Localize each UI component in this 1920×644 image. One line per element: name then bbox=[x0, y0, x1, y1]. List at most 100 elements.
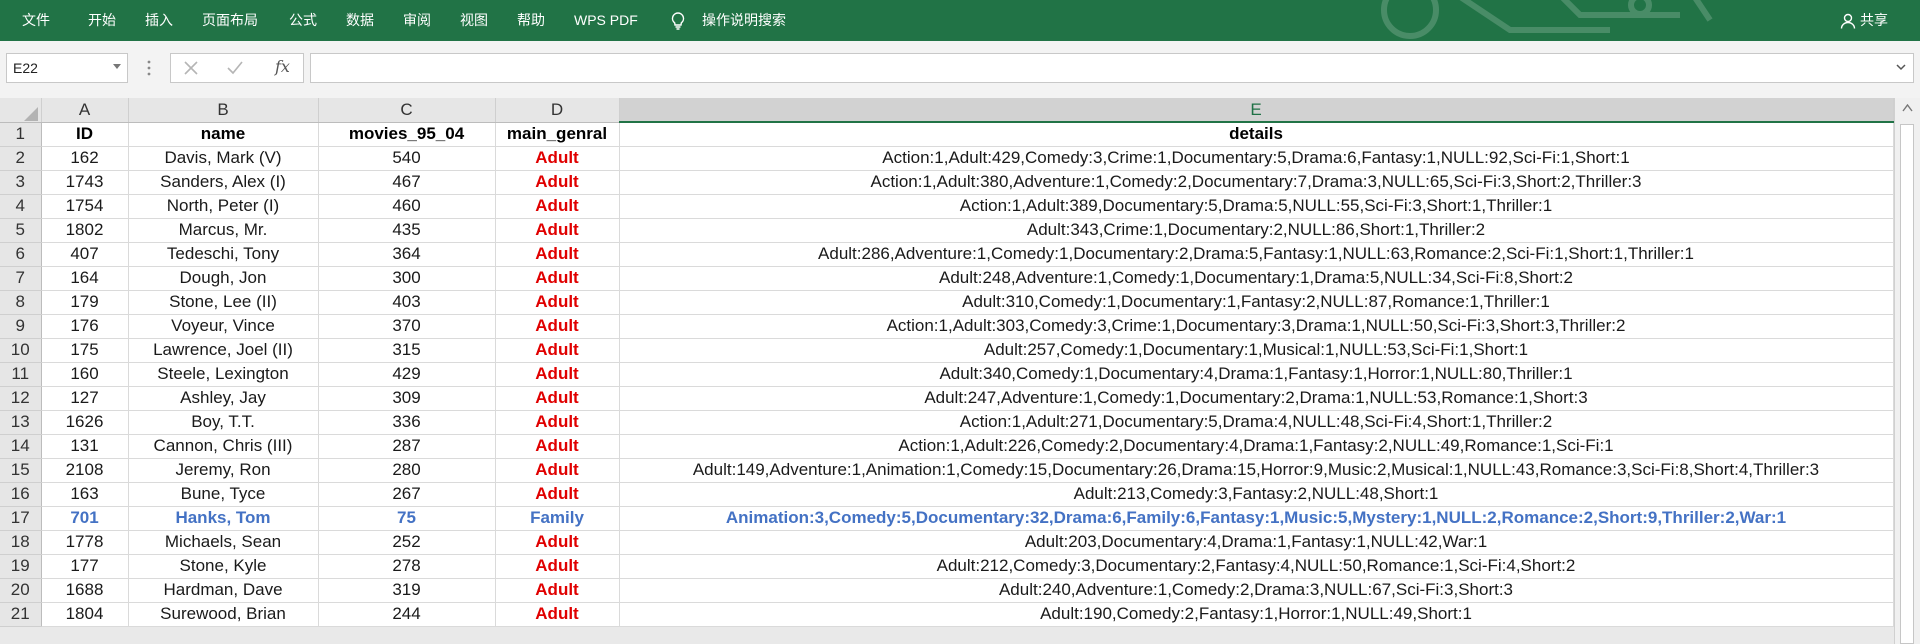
cell-details[interactable]: Adult:286,Adventure:1,Comedy:1,Documenta… bbox=[619, 242, 1894, 267]
menu-wps-pdf[interactable]: WPS PDF bbox=[574, 0, 638, 41]
cell-genre[interactable]: Adult bbox=[495, 338, 620, 363]
cell-genre[interactable]: Adult bbox=[495, 362, 620, 387]
cell-movies[interactable]: 75 bbox=[318, 506, 496, 531]
cell-name[interactable]: Cannon, Chris (III) bbox=[128, 434, 319, 459]
cell-movies[interactable]: 309 bbox=[318, 386, 496, 411]
row-header[interactable]: 19 bbox=[0, 554, 42, 579]
cell-genre[interactable]: Adult bbox=[495, 410, 620, 435]
cell-id[interactable]: 176 bbox=[41, 314, 129, 339]
cell-movies[interactable]: 429 bbox=[318, 362, 496, 387]
cell-movies[interactable]: 336 bbox=[318, 410, 496, 435]
cell-genre[interactable]: Adult bbox=[495, 530, 620, 555]
cell-movies[interactable]: 315 bbox=[318, 338, 496, 363]
column-header-d[interactable]: D bbox=[495, 98, 620, 123]
cell-name[interactable]: Stone, Kyle bbox=[128, 554, 319, 579]
cell-genre[interactable]: Adult bbox=[495, 290, 620, 315]
cell-name[interactable]: Bune, Tyce bbox=[128, 482, 319, 507]
row-header[interactable]: 6 bbox=[0, 242, 42, 267]
cell-id[interactable]: 701 bbox=[41, 506, 129, 531]
cell-header-id[interactable]: ID bbox=[41, 122, 129, 147]
row-header[interactable]: 18 bbox=[0, 530, 42, 555]
cell-id[interactable]: 127 bbox=[41, 386, 129, 411]
row-header[interactable]: 9 bbox=[0, 314, 42, 339]
cell-name[interactable]: Boy, T.T. bbox=[128, 410, 319, 435]
cell-id[interactable]: 179 bbox=[41, 290, 129, 315]
cell-genre[interactable]: Adult bbox=[495, 602, 620, 627]
menu-data[interactable]: 数据 bbox=[346, 0, 374, 41]
cell-movies[interactable]: 244 bbox=[318, 602, 496, 627]
cell-details[interactable]: Adult:212,Comedy:3,Documentary:2,Fantasy… bbox=[619, 554, 1894, 579]
cell-header-name[interactable]: name bbox=[128, 122, 319, 147]
cell-genre[interactable]: Adult bbox=[495, 578, 620, 603]
cell-name[interactable]: Davis, Mark (V) bbox=[128, 146, 319, 171]
cell-movies[interactable]: 435 bbox=[318, 218, 496, 243]
cell-id[interactable]: 175 bbox=[41, 338, 129, 363]
column-header-b[interactable]: B bbox=[128, 98, 319, 123]
menu-file[interactable]: 文件 bbox=[22, 0, 50, 41]
formula-input[interactable] bbox=[310, 53, 1914, 83]
cell-movies[interactable]: 300 bbox=[318, 266, 496, 291]
tell-me-search[interactable]: 操作说明搜索 bbox=[702, 0, 786, 41]
scroll-up-arrow-icon[interactable] bbox=[1902, 104, 1913, 112]
row-header[interactable]: 13 bbox=[0, 410, 42, 435]
column-header-c[interactable]: C bbox=[318, 98, 496, 123]
cell-name[interactable]: Lawrence, Joel (II) bbox=[128, 338, 319, 363]
cell-genre[interactable]: Adult bbox=[495, 146, 620, 171]
row-header[interactable]: 8 bbox=[0, 290, 42, 315]
cell-movies[interactable]: 467 bbox=[318, 170, 496, 195]
cell-movies[interactable]: 267 bbox=[318, 482, 496, 507]
check-icon[interactable] bbox=[227, 61, 243, 75]
cell-genre[interactable]: Family bbox=[495, 506, 620, 531]
cell-id[interactable]: 1778 bbox=[41, 530, 129, 555]
row-header[interactable]: 11 bbox=[0, 362, 42, 387]
cell-id[interactable]: 1626 bbox=[41, 410, 129, 435]
cell-movies[interactable]: 370 bbox=[318, 314, 496, 339]
cell-movies[interactable]: 278 bbox=[318, 554, 496, 579]
row-header[interactable]: 21 bbox=[0, 602, 42, 627]
cell-id[interactable]: 1804 bbox=[41, 602, 129, 627]
row-header[interactable]: 10 bbox=[0, 338, 42, 363]
cell-details[interactable]: Action:1,Adult:303,Comedy:3,Crime:1,Docu… bbox=[619, 314, 1894, 339]
share-button[interactable]: 共享 bbox=[1840, 0, 1888, 41]
cell-movies[interactable]: 252 bbox=[318, 530, 496, 555]
cell-movies[interactable]: 540 bbox=[318, 146, 496, 171]
row-header[interactable]: 14 bbox=[0, 434, 42, 459]
menu-insert[interactable]: 插入 bbox=[145, 0, 173, 41]
cell-id[interactable]: 1754 bbox=[41, 194, 129, 219]
menu-home[interactable]: 开始 bbox=[88, 0, 116, 41]
cell-name[interactable]: Sanders, Alex (I) bbox=[128, 170, 319, 195]
select-all-corner[interactable] bbox=[0, 98, 42, 123]
cell-id[interactable]: 2108 bbox=[41, 458, 129, 483]
cell-movies[interactable]: 460 bbox=[318, 194, 496, 219]
cell-movies[interactable]: 364 bbox=[318, 242, 496, 267]
row-header[interactable]: 2 bbox=[0, 146, 42, 171]
menu-page-layout[interactable]: 页面布局 bbox=[202, 0, 258, 41]
menu-review[interactable]: 审阅 bbox=[403, 0, 431, 41]
column-header-a[interactable]: A bbox=[41, 98, 129, 123]
cell-details[interactable]: Adult:149,Adventure:1,Animation:1,Comedy… bbox=[619, 458, 1894, 483]
cell-details[interactable]: Action:1,Adult:226,Comedy:2,Documentary:… bbox=[619, 434, 1894, 459]
cell-name[interactable]: Steele, Lexington bbox=[128, 362, 319, 387]
insert-function-icon[interactable]: fx bbox=[275, 57, 290, 76]
cell-details[interactable]: Adult:257,Comedy:1,Documentary:1,Musical… bbox=[619, 338, 1894, 363]
cell-genre[interactable]: Adult bbox=[495, 266, 620, 291]
row-header[interactable]: 12 bbox=[0, 386, 42, 411]
cell-name[interactable]: Jeremy, Ron bbox=[128, 458, 319, 483]
menu-view[interactable]: 视图 bbox=[460, 0, 488, 41]
cell-movies[interactable]: 287 bbox=[318, 434, 496, 459]
chevron-down-icon[interactable] bbox=[1896, 64, 1906, 71]
column-header-e[interactable]: E bbox=[619, 98, 1894, 123]
row-header[interactable]: 15 bbox=[0, 458, 42, 483]
cell-details[interactable]: Adult:248,Adventure:1,Comedy:1,Documenta… bbox=[619, 266, 1894, 291]
cancel-icon[interactable] bbox=[184, 61, 198, 75]
cell-name[interactable]: North, Peter (I) bbox=[128, 194, 319, 219]
row-header[interactable]: 5 bbox=[0, 218, 42, 243]
cell-details[interactable]: Adult:340,Comedy:1,Documentary:4,Drama:1… bbox=[619, 362, 1894, 387]
cell-details[interactable]: Action:1,Adult:271,Documentary:5,Drama:4… bbox=[619, 410, 1894, 435]
cell-name[interactable]: Surewood, Brian bbox=[128, 602, 319, 627]
vertical-dots-icon[interactable] bbox=[147, 60, 151, 76]
cell-details[interactable]: Adult:343,Crime:1,Documentary:2,NULL:86,… bbox=[619, 218, 1894, 243]
cell-details[interactable]: Adult:213,Comedy:3,Fantasy:2,NULL:48,Sho… bbox=[619, 482, 1894, 507]
cell-id[interactable]: 163 bbox=[41, 482, 129, 507]
cell-id[interactable]: 1743 bbox=[41, 170, 129, 195]
